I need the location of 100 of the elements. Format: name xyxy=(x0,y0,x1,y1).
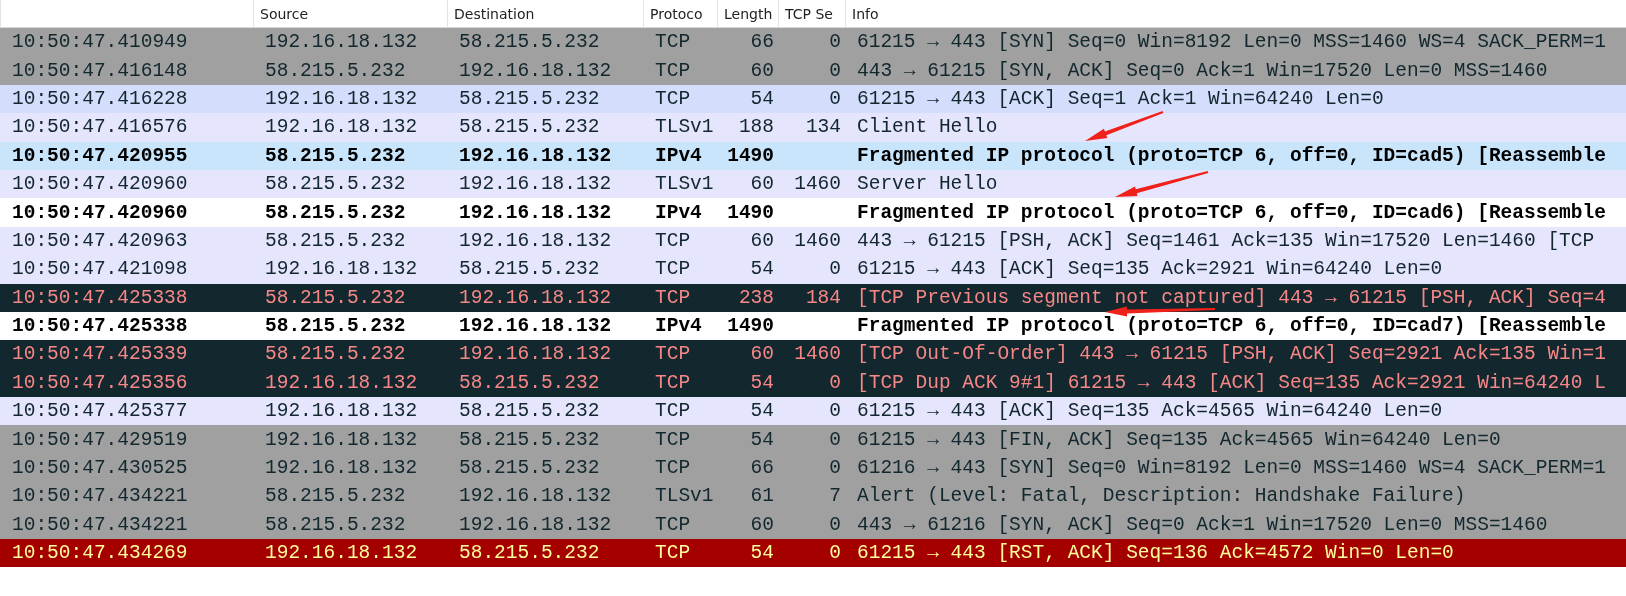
packet-row[interactable]: 10:50:47.420963 58.215.5.232 192.16.18.132 TCP 60 1460 443 → 61215 [PSH, ACK] Seq=1461 Ack=135 Win=17520 Len=1460 [TCP xyxy=(0,226,1626,256)
table-cell: 58.215.5.232 xyxy=(265,229,406,252)
table-cell: 60 xyxy=(750,513,774,536)
table-cell: 66 xyxy=(750,457,774,480)
table-cell: 58.215.5.232 xyxy=(265,343,406,366)
packet-row[interactable]: 10:50:47.416148 58.215.5.232 192.16.18.132 TCP 60 0 443 → 61215 [SYN, ACK] Seq=0 Ack=1 Win=17520 Len=0 MSS=1460 xyxy=(0,56,1626,85)
table-cell: 58.215.5.232 xyxy=(459,87,600,110)
table-cell: 7 xyxy=(829,485,841,508)
table-cell: 1490 xyxy=(727,144,774,167)
packet-row[interactable]: 10:50:47.430525 192.16.18.132 58.215.5.232 TCP 66 0 61216 → 443 [SYN] Seq=0 Win=8192 Len=0 MSS=1460 WS=4 SACK_PERM=1 xyxy=(0,453,1626,483)
packet-row[interactable]: 10:50:47.434221 58.215.5.232 192.16.18.132 TCP 60 0 443 → 61216 [SYN, ACK] Seq=0 Ack=1 Win=17520 Len=0 MSS=1460 xyxy=(0,510,1626,540)
packet-row[interactable]: 10:50:47.410949 192.16.18.132 58.215.5.232 TCP 66 0 61215 → 443 [SYN] Seq=0 Win=8192 Len=0 MSS=1460 WS=4 SACK_PERM=1 xyxy=(0,28,1626,57)
packet-row[interactable]: 10:50:47.434269 192.16.18.132 58.215.5.232 TCP 54 0 61215 → 443 [RST, ACK] Seq=136 Ack=4572 Win=0 Len=0 xyxy=(0,539,1626,568)
table-cell: 192.16.18.132 xyxy=(459,173,612,196)
table-cell: 61215 → 443 [ACK] Seq=135 Ack=2921 Win=64240 Len=0 xyxy=(857,258,1443,281)
packet-row[interactable]: 10:50:47.425339 58.215.5.232 192.16.18.132 TCP 60 1460 [TCP Out-Of-Order] 443 → 61215 [PSH, ACK] Seq=2921 Ack=135 Win=1 xyxy=(0,340,1626,369)
table-cell: TCP xyxy=(655,229,691,252)
table-cell: 1460 xyxy=(794,229,841,252)
table-cell: 443 → 61215 [PSH, ACK] Seq=1461 Ack=135 Win=17520 Len=1460 [TCP xyxy=(857,229,1595,252)
table-cell: 58.215.5.232 xyxy=(265,59,406,82)
table-cell: 192.16.18.132 xyxy=(265,457,418,480)
table-cell: 1460 xyxy=(794,173,841,196)
table-cell: 1490 xyxy=(727,201,774,224)
packet-row[interactable]: 10:50:47.416228 192.16.18.132 58.215.5.232 TCP 54 0 61215 → 443 [ACK] Seq=1 Ack=1 Win=64240 Len=0 xyxy=(0,84,1626,114)
table-cell: 10:50:47.425338 xyxy=(12,315,188,338)
table-cell: 188 xyxy=(738,116,774,139)
column-header[interactable]: TCP Se xyxy=(785,5,833,22)
table-cell: 192.16.18.132 xyxy=(265,542,418,565)
table-cell: 61215 → 443 [RST, ACK] Seq=136 Ack=4572 Win=0 Len=0 xyxy=(857,542,1454,565)
table-cell: 54 xyxy=(750,258,774,281)
table-cell: TCP xyxy=(655,513,691,536)
table-cell: 10:50:47.416576 xyxy=(12,116,188,139)
table-cell: 192.16.18.132 xyxy=(265,371,418,394)
column-header[interactable]: Info xyxy=(852,5,879,22)
table-cell: 0 xyxy=(829,542,841,565)
packet-row[interactable]: 10:50:47.421098 192.16.18.132 58.215.5.232 TCP 54 0 61215 → 443 [ACK] Seq=135 Ack=2921 Win=64240 Len=0 xyxy=(0,255,1626,284)
table-cell: 192.16.18.132 xyxy=(459,286,612,309)
table-cell: 60 xyxy=(750,173,774,196)
table-cell: 61 xyxy=(750,485,774,508)
table-cell: 184 xyxy=(805,286,841,309)
packet-row[interactable]: 10:50:47.420955 58.215.5.232 192.16.18.132 IPv4 1490 Fragmented IP protocol (proto=TCP 6, off=0, ID=cad5) [Reassemble xyxy=(0,141,1626,170)
packet-row[interactable]: 10:50:47.416576 192.16.18.132 58.215.5.232 TLSv1 188 134 Client Hello xyxy=(0,113,1626,142)
table-cell: 238 xyxy=(738,286,774,309)
table-cell: 0 xyxy=(829,31,841,54)
table-cell: 0 xyxy=(829,87,841,110)
packet-row[interactable]: 10:50:47.425338 58.215.5.232 192.16.18.132 TCP 238 184 [TCP Previous segment not captured] 443 → 61215 [PSH, ACK] Seq=4 xyxy=(0,283,1626,312)
table-cell: 58.215.5.232 xyxy=(459,542,600,565)
table-cell: [TCP Previous segment not captured] 443 → 61215 [PSH, ACK] Seq=4 xyxy=(857,286,1606,309)
table-cell: 54 xyxy=(750,542,774,565)
table-cell: [TCP Out-Of-Order] 443 → 61215 [PSH, ACK] Seq=2921 Ack=135 Win=1 xyxy=(857,343,1606,366)
table-cell: 0 xyxy=(829,513,841,536)
table-cell: TCP xyxy=(655,400,691,423)
table-cell: TLSv1 xyxy=(655,485,714,508)
table-cell: 10:50:47.434269 xyxy=(12,542,188,565)
table-cell: 58.215.5.232 xyxy=(459,258,600,281)
packet-row[interactable]: 10:50:47.420960 58.215.5.232 192.16.18.132 TLSv1 60 1460 Server Hello xyxy=(0,169,1626,199)
table-cell: 61215 → 443 [SYN] Seq=0 Win=8192 Len=0 MSS=1460 WS=4 SACK_PERM=1 xyxy=(857,31,1606,54)
table-cell: 10:50:47.430525 xyxy=(12,457,188,480)
table-cell: 58.215.5.232 xyxy=(265,173,406,196)
table-cell: TCP xyxy=(655,542,691,565)
table-cell: 0 xyxy=(829,428,841,451)
table-cell: IPv4 xyxy=(655,144,702,167)
table-cell: 192.16.18.132 xyxy=(265,31,418,54)
table-cell: TCP xyxy=(655,31,691,54)
table-cell: Fragmented IP protocol (proto=TCP 6, off=0, ID=cad6) [Reassemble xyxy=(857,201,1606,224)
table-cell: 443 → 61215 [SYN, ACK] Seq=0 Ack=1 Win=17520 Len=0 MSS=1460 xyxy=(857,59,1548,82)
table-cell: TCP xyxy=(655,371,691,394)
packet-row[interactable]: 10:50:47.425377 192.16.18.132 58.215.5.232 TCP 54 0 61215 → 443 [ACK] Seq=135 Ack=4565 Win=64240 Len=0 xyxy=(0,397,1626,426)
table-cell: 0 xyxy=(829,400,841,423)
table-cell: Fragmented IP protocol (proto=TCP 6, off=0, ID=cad5) [Reassemble xyxy=(857,144,1606,167)
table-cell: 10:50:47.420963 xyxy=(12,229,188,252)
column-header[interactable]: Source xyxy=(260,5,309,22)
table-cell: TCP xyxy=(655,59,691,82)
column-header[interactable]: Length xyxy=(724,5,773,22)
table-cell: TCP xyxy=(655,286,691,309)
packet-row[interactable]: 10:50:47.425356 192.16.18.132 58.215.5.232 TCP 54 0 [TCP Dup ACK 9#1] 61215 → 443 [ACK] Seq=135 Ack=2921 Win=64240 L xyxy=(0,368,1626,398)
table-cell: 58.215.5.232 xyxy=(459,371,600,394)
table-cell: 54 xyxy=(750,87,774,110)
table-cell: 192.16.18.132 xyxy=(459,485,612,508)
table-cell: 58.215.5.232 xyxy=(459,116,600,139)
table-cell: 58.215.5.232 xyxy=(265,315,406,338)
table-cell: [TCP Dup ACK 9#1] 61215 → 443 [ACK] Seq=135 Ack=2921 Win=64240 L xyxy=(857,371,1606,394)
column-header[interactable]: Destination xyxy=(454,5,535,22)
table-cell: 61215 → 443 [ACK] Seq=1 Ack=1 Win=64240 Len=0 xyxy=(857,87,1384,110)
table-cell: 10:50:47.425338 xyxy=(12,286,188,309)
table-cell: 10:50:47.434221 xyxy=(12,513,188,536)
packet-row[interactable]: 10:50:47.429519 192.16.18.132 58.215.5.232 TCP 54 0 61215 → 443 [FIN, ACK] Seq=135 Ack=4565 Win=64240 Len=0 xyxy=(0,425,1626,454)
table-cell: 192.16.18.132 xyxy=(265,400,418,423)
table-cell: 61215 → 443 [ACK] Seq=135 Ack=4565 Win=64240 Len=0 xyxy=(857,400,1443,423)
table-cell: 192.16.18.132 xyxy=(265,428,418,451)
table-cell: 54 xyxy=(750,400,774,423)
table-cell: 10:50:47.425377 xyxy=(12,400,188,423)
table-cell: 66 xyxy=(750,31,774,54)
table-cell: 192.16.18.132 xyxy=(459,229,612,252)
table-cell: 58.215.5.232 xyxy=(265,485,406,508)
table-cell: TCP xyxy=(655,343,691,366)
packet-row[interactable]: 10:50:47.434221 58.215.5.232 192.16.18.132 TLSv1 61 7 Alert (Level: Fatal, Description: Handshake Failure) xyxy=(0,482,1626,511)
table-cell: 1460 xyxy=(794,343,841,366)
column-header[interactable]: Protoco xyxy=(650,5,703,22)
table-cell: Fragmented IP protocol (proto=TCP 6, off=0, ID=cad7) [Reassemble xyxy=(857,315,1606,338)
